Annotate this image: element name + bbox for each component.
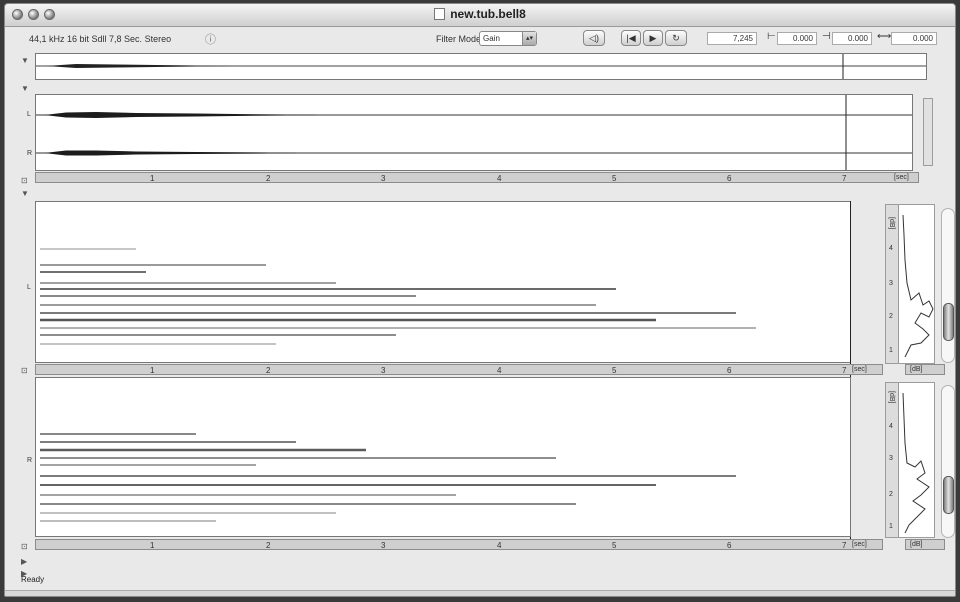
document-icon bbox=[434, 8, 446, 20]
filter-mode-select[interactable]: Gain ▴▾ bbox=[479, 31, 537, 46]
window-bottom-bar bbox=[5, 590, 955, 596]
status-text: Ready bbox=[21, 575, 45, 584]
waveform-channel-l-label: L bbox=[27, 111, 31, 118]
side-scale-tick: 1 bbox=[889, 523, 893, 530]
waveform-channel-r-label: R bbox=[27, 150, 33, 157]
db-ruler-unit: [dB] bbox=[910, 366, 923, 373]
ruler-tick: 6 bbox=[727, 174, 732, 183]
file-info: 44,1 kHz 16 bit Sdll 7,8 Sec. Stereo bbox=[29, 34, 172, 44]
filter-mode-value: Gain bbox=[483, 34, 500, 43]
selection-length-icon: ⟷ bbox=[877, 31, 892, 42]
ruler-tick: 2 bbox=[266, 366, 271, 375]
disclosure-triangle-icon[interactable]: ▼ bbox=[21, 189, 29, 198]
spectrogram-channel-l-label: L bbox=[27, 284, 31, 291]
ruler-tick: 6 bbox=[727, 366, 732, 375]
time-field[interactable]: 7,245 bbox=[707, 32, 757, 45]
waveform-time-ruler: 1 2 3 4 5 6 7 [sec] bbox=[35, 172, 919, 183]
spectrum-side-l: [dB] 4 3 2 1 bbox=[885, 204, 935, 364]
side-unit: [dB] bbox=[888, 391, 895, 404]
speaker-icon: ◁) bbox=[589, 32, 599, 43]
waveform-svg bbox=[36, 95, 912, 170]
side-scale-tick: 3 bbox=[889, 280, 893, 287]
side-unit: [dB] bbox=[888, 217, 895, 230]
scrollbar-thumb[interactable] bbox=[943, 303, 954, 341]
side-scale-tick: 3 bbox=[889, 455, 893, 462]
spectrogram-r-svg bbox=[40, 433, 736, 522]
side-scale-tick: 4 bbox=[889, 423, 893, 430]
spectrum-db-ruler: [dB] bbox=[905, 539, 945, 550]
ruler-tick: 3 bbox=[381, 366, 386, 375]
spectrum-side-r: [dB] 4 3 2 1 bbox=[885, 382, 935, 538]
ruler-tick: 5 bbox=[612, 541, 617, 550]
window-title-row: new.tub.bell8 bbox=[5, 7, 955, 21]
ruler-tick: 1 bbox=[150, 366, 155, 375]
spectrogram-l-scrollbar[interactable] bbox=[941, 208, 955, 363]
ruler-tick: 4 bbox=[497, 541, 502, 550]
chevron-down-icon: ▴▾ bbox=[522, 32, 536, 45]
loop-icon: ↻ bbox=[672, 32, 680, 43]
selection-end-field[interactable]: 0.000 bbox=[832, 32, 872, 45]
side-scale-tick: 1 bbox=[889, 347, 893, 354]
ruler-tick: 2 bbox=[266, 541, 271, 550]
loop-button[interactable]: ↻ bbox=[665, 30, 687, 46]
spectrogram-r-zoom-button[interactable]: ⊡ bbox=[21, 542, 28, 551]
side-scale-tick: 2 bbox=[889, 313, 893, 320]
title-bar: new.tub.bell8 bbox=[5, 4, 955, 27]
rewind-icon: |◀ bbox=[626, 32, 636, 43]
selection-length-field[interactable]: 0.000 bbox=[891, 32, 937, 45]
spectrogram-r-time-ruler: 1 2 3 4 5 6 7 [sec] bbox=[35, 539, 883, 550]
app-window: new.tub.bell8 44,1 kHz 16 bit Sdll 7,8 S… bbox=[4, 3, 956, 597]
play-icon: ▶ bbox=[649, 32, 657, 43]
spectrogram-l[interactable] bbox=[35, 201, 851, 363]
ruler-tick: 5 bbox=[612, 174, 617, 183]
ruler-tick: 7 bbox=[842, 541, 847, 550]
selection-start-field[interactable]: 0.000 bbox=[777, 32, 817, 45]
ruler-tick: 2 bbox=[266, 174, 271, 183]
side-scale-tick: 4 bbox=[889, 245, 893, 252]
toolbar: 44,1 kHz 16 bit Sdll 7,8 Sec. Stereo ⓘ F… bbox=[5, 26, 955, 52]
ruler-tick: 7 bbox=[842, 366, 847, 375]
disclosure-triangle-icon[interactable]: ▶ bbox=[21, 557, 27, 566]
ruler-unit: [sec] bbox=[852, 541, 867, 548]
ruler-tick: 5 bbox=[612, 366, 617, 375]
ruler-tick: 4 bbox=[497, 174, 502, 183]
selection-start-icon: ⊢ bbox=[767, 31, 776, 42]
ruler-unit: [sec] bbox=[852, 366, 867, 373]
window-title: new.tub.bell8 bbox=[450, 7, 526, 21]
selection-end-icon: ⊣ bbox=[822, 31, 831, 42]
spectrogram-time-ruler: 1 2 3 4 5 6 7 [sec] bbox=[35, 364, 883, 375]
ruler-tick: 3 bbox=[381, 174, 386, 183]
info-icon[interactable]: ⓘ bbox=[205, 31, 216, 47]
scrollbar-thumb[interactable] bbox=[943, 476, 954, 514]
overview-waveform[interactable] bbox=[35, 53, 927, 80]
disclosure-triangle-icon[interactable]: ▼ bbox=[21, 56, 29, 65]
spectrogram-r-scrollbar[interactable] bbox=[941, 385, 955, 538]
disclosure-triangle-icon[interactable]: ▼ bbox=[21, 84, 29, 93]
db-ruler-unit: [dB] bbox=[910, 541, 923, 548]
spectrogram-zoom-button[interactable]: ⊡ bbox=[21, 366, 28, 375]
side-scale-tick: 2 bbox=[889, 491, 893, 498]
overview-waveform-svg bbox=[36, 54, 926, 79]
spectrogram-channel-r-label: R bbox=[27, 457, 33, 464]
spectrogram-r[interactable] bbox=[35, 377, 851, 537]
ruler-tick: 1 bbox=[150, 541, 155, 550]
waveform-view[interactable] bbox=[35, 94, 913, 171]
spectrum-l-svg bbox=[902, 214, 934, 358]
ruler-tick: 6 bbox=[727, 541, 732, 550]
speaker-button[interactable]: ◁) bbox=[583, 30, 605, 46]
ruler-tick: 4 bbox=[497, 366, 502, 375]
spectrum-r-svg bbox=[902, 392, 930, 534]
spectrogram-l-svg bbox=[40, 248, 756, 345]
ruler-tick: 1 bbox=[150, 174, 155, 183]
spectrum-db-ruler: [dB] bbox=[905, 364, 945, 375]
filter-mode-label: Filter Mode bbox=[436, 34, 482, 44]
rewind-button[interactable]: |◀ bbox=[621, 30, 641, 46]
waveform-zoom-button[interactable]: ⊡ bbox=[21, 176, 28, 185]
ruler-unit: [sec] bbox=[894, 174, 909, 181]
play-button[interactable]: ▶ bbox=[643, 30, 663, 46]
ruler-tick: 3 bbox=[381, 541, 386, 550]
ruler-tick: 7 bbox=[842, 174, 847, 183]
waveform-side-scale bbox=[923, 98, 933, 166]
